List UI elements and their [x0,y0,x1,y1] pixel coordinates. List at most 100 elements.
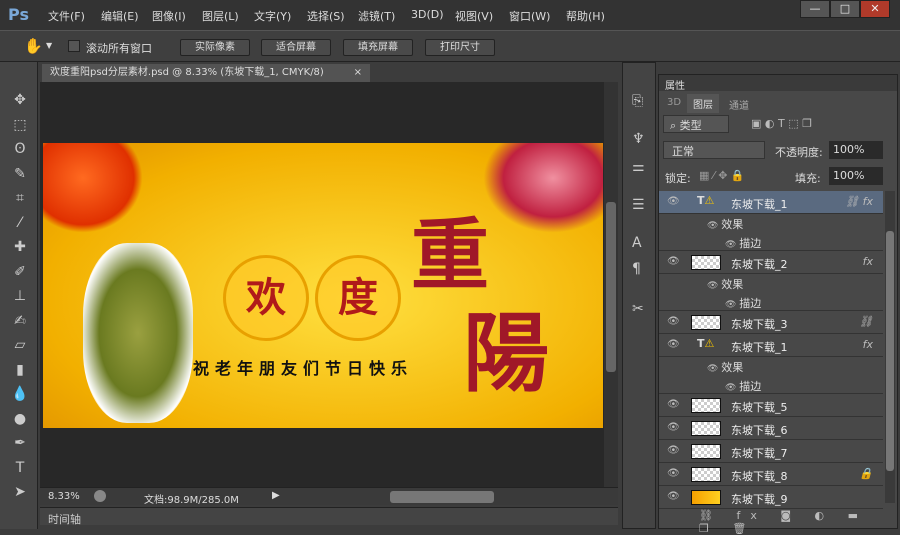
layer-footer-icons[interactable]: ⛓ fx ◙ ◐ ▬ ❐ 🗑 [699,509,897,535]
gradient-tool-icon[interactable]: ▮ [10,362,30,382]
fill-screen-button[interactable]: 填充屏幕 [343,39,413,56]
brush-presets-icon[interactable]: ♆ [632,131,645,147]
layer-row[interactable]: 👁 东坡下载_9 [659,486,883,509]
visibility-eye-icon[interactable]: 👁 [667,445,680,456]
path-select-tool-icon[interactable]: ➤ [10,484,30,504]
fit-screen-button[interactable]: 适合屏幕 [261,39,331,56]
tab-layers[interactable]: 图层 [687,94,719,113]
visibility-eye-icon[interactable]: 👁 [667,256,680,267]
menu-item[interactable]: 视图(V) [455,8,493,24]
menu-item[interactable]: 帮助(H) [566,8,605,24]
opacity-input[interactable]: 100% [829,141,883,159]
menu-item[interactable]: 窗口(W) [509,8,550,24]
maximize-button[interactable]: □ [830,0,860,18]
adjust-icon[interactable]: ⚌ [632,159,645,175]
tab-3d[interactable]: 3D [667,97,681,108]
layer-row[interactable]: 👁 东坡下载_5 [659,394,883,417]
history-brush-icon[interactable]: ✍ [10,313,30,333]
layer-name[interactable]: 东坡下载_9 [731,491,788,507]
eyedropper-tool-icon[interactable]: ⁄ [10,215,30,235]
layer-row[interactable]: 👁 T⚠ 东坡下载_1 ⛓ fx [659,191,883,214]
layer-name[interactable]: 东坡下载_2 [731,256,788,272]
character-icon[interactable]: A [632,235,642,251]
timeline-tab[interactable]: 时间轴 [48,511,81,527]
tab-channels[interactable]: 通道 [729,97,749,112]
menu-item[interactable]: 选择(S) [307,8,345,24]
scroll-thumb[interactable] [606,202,616,372]
filter-icons[interactable]: ▣ ◐ T ⬚ ❐ [751,117,812,130]
menu-item[interactable]: 文件(F) [48,8,85,24]
menu-item[interactable]: 图层(L) [202,8,239,24]
visibility-eye-icon[interactable]: 👁 [707,221,721,231]
blur-tool-icon[interactable]: 💧 [10,386,30,406]
visibility-eye-icon[interactable]: 👁 [667,399,680,410]
marquee-tool-icon[interactable]: ⬚ [10,117,30,137]
visibility-eye-icon[interactable]: 👁 [707,364,721,374]
document-tab[interactable]: 欢度重阳psd分层素材.psd @ 8.33% (东坡下载_1, CMYK/8)… [42,64,370,82]
scroll-thumb[interactable] [886,231,894,471]
layers-scrollbar[interactable] [885,191,895,503]
visibility-eye-icon[interactable]: 👁 [725,383,739,393]
layer-badge-icon[interactable]: ⛓ fx [845,195,873,208]
layer-name[interactable]: 东坡下载_3 [731,316,788,332]
layer-name[interactable]: 东坡下载_6 [731,422,788,438]
lock-icons[interactable]: ▦ ⁄ ✥ 🔒 [699,169,745,182]
scroll-all-checkbox[interactable] [68,40,80,52]
properties-tab[interactable]: 属性 [665,77,685,92]
visibility-eye-icon[interactable]: 👁 [667,316,680,327]
actual-pixels-button[interactable]: 实际像素 [180,39,250,56]
layer-row[interactable]: 👁 东坡下载_3 ⛓ [659,311,883,334]
lasso-tool-icon[interactable]: ʘ [10,141,30,161]
paragraph-icon[interactable]: ¶ [632,261,641,277]
hand-tool-icon[interactable]: ✋ [24,37,43,55]
layer-row[interactable]: 👁 东坡下载_2 fx [659,251,883,274]
menu-item[interactable]: 滤镜(T) [358,8,395,24]
layer-row[interactable]: 👁 T⚠ 东坡下载_1 fx [659,334,883,357]
fill-input[interactable]: 100% [829,167,883,185]
layer-row[interactable]: 👁 东坡下载_8 🔒 [659,463,883,486]
type-tool-icon[interactable]: T [10,460,30,480]
layer-name[interactable]: 东坡下载_5 [731,399,788,415]
layer-name[interactable]: 东坡下载_7 [731,445,788,461]
menu-item[interactable]: 3D(D) [411,8,444,21]
move-tool-icon[interactable]: ✥ [10,92,30,112]
close-button[interactable]: ✕ [860,0,890,18]
zoom-level[interactable]: 8.33% [48,491,80,502]
menu-item[interactable]: 图像(I) [152,8,186,24]
filter-kind-select[interactable]: ⌕ 类型 [663,115,729,133]
layer-badge-icon[interactable]: ⛓ [859,315,873,328]
dodge-tool-icon[interactable]: ● [10,411,30,431]
tool-presets-icon[interactable]: ✂ [632,301,644,317]
tool-preset-chevron-icon[interactable]: ▼ [46,41,52,50]
layer-badge-icon[interactable]: fx [863,338,873,351]
pen-tool-icon[interactable]: ✒ [10,435,30,455]
layer-row[interactable]: 👁 东坡下载_7 [659,440,883,463]
visibility-eye-icon[interactable]: 👁 [707,281,721,291]
visibility-eye-icon[interactable]: 👁 [725,300,739,310]
visibility-eye-icon[interactable]: 👁 [667,339,680,350]
menu-item[interactable]: 编辑(E) [101,8,139,24]
layer-badge-icon[interactable]: 🔒 [859,467,873,480]
print-size-button[interactable]: 打印尺寸 [425,39,495,56]
layer-row[interactable]: 👁 东坡下载_6 [659,417,883,440]
menu-item[interactable]: 文字(Y) [254,8,291,24]
visibility-eye-icon[interactable]: 👁 [667,468,680,479]
quick-select-tool-icon[interactable]: ✎ [10,166,30,186]
stamp-tool-icon[interactable]: ⊥ [10,288,30,308]
history-icon[interactable]: ⎘ [632,93,643,109]
eraser-tool-icon[interactable]: ▱ [10,337,30,357]
visibility-eye-icon[interactable]: 👁 [667,196,680,207]
status-menu-arrow-icon[interactable]: ▶ [272,490,280,501]
layer-badge-icon[interactable]: fx [863,255,873,268]
visibility-eye-icon[interactable]: 👁 [667,491,680,502]
visibility-eye-icon[interactable]: 👁 [667,422,680,433]
layer-name[interactable]: 东坡下载_1 [731,196,788,212]
vertical-scrollbar[interactable] [604,82,618,487]
crop-tool-icon[interactable]: ⌗ [10,190,30,210]
horizontal-scroll-thumb[interactable] [390,491,494,503]
status-info-icon[interactable] [94,490,106,502]
visibility-eye-icon[interactable]: 👁 [725,240,739,250]
layer-name[interactable]: 东坡下载_1 [731,339,788,355]
clone-source-icon[interactable]: ☰ [632,197,645,213]
layer-name[interactable]: 东坡下载_8 [731,468,788,484]
